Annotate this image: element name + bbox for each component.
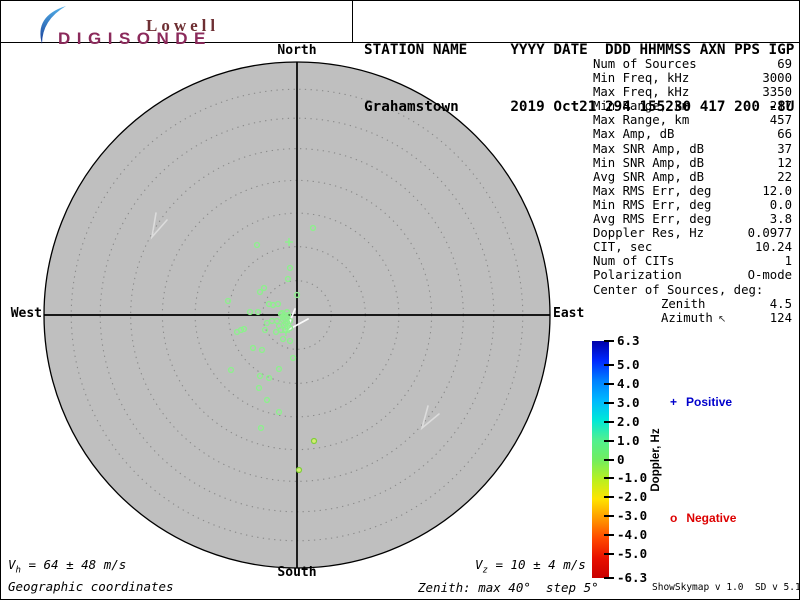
colorbar-tick-label: -2.0 bbox=[617, 489, 648, 505]
colorbar-tick-label: -1.0 bbox=[617, 470, 648, 486]
stat-row: Avg RMS Err, deg 3.8 bbox=[593, 212, 792, 227]
colorbar-tick-label: -5.0 bbox=[617, 545, 648, 561]
stat-row: Num of CITs 1 bbox=[593, 254, 792, 269]
colorbar-tick bbox=[604, 577, 614, 579]
mouse-cursor-icon: ↖ bbox=[717, 313, 727, 325]
colorbar-tick-label: 1.0 bbox=[617, 432, 640, 448]
colorbar-tick bbox=[604, 477, 614, 480]
stat-row: Doppler Res, Hz 0.0977 bbox=[593, 226, 792, 241]
legend-positive: + Positive bbox=[670, 395, 732, 409]
stat-row: Min SNR Amp, dB 12 bbox=[593, 155, 792, 170]
stat-row: Avg SNR Amp, dB 22 bbox=[593, 169, 792, 184]
colorbar-tick-label: -3.0 bbox=[617, 507, 648, 523]
colorbar-tick-label: 2.0 bbox=[617, 413, 640, 429]
stat-row: Min Freq, kHz 3000 bbox=[593, 71, 792, 86]
colorbar-tick bbox=[604, 420, 614, 423]
stat-row: Max SNR Amp, dB 37 bbox=[593, 141, 792, 156]
colorbar-tick-label: 5.0 bbox=[617, 357, 640, 373]
colorbar-tick-label: 0 bbox=[617, 451, 625, 467]
colorbar-tick bbox=[604, 402, 614, 405]
compass-north-label: North bbox=[277, 43, 317, 58]
stat-row: Max Range, km 457 bbox=[593, 113, 792, 128]
legend-negative: o Negative bbox=[670, 511, 736, 525]
stat-row: Max Freq, kHz 3350 bbox=[593, 85, 792, 100]
colorbar-tick bbox=[604, 439, 614, 442]
colorbar-tick bbox=[604, 383, 614, 386]
colorbar-tick bbox=[604, 458, 614, 461]
vertical-velocity-value: Vz = 10 ± 4 m/s bbox=[475, 557, 586, 576]
stats-table: Num of Sources 69 Min Freq, kHz 3000 Max Fre… bbox=[593, 57, 792, 327]
stat-row: Num of Sources 69 bbox=[593, 57, 792, 71]
stat-row: Min Range, km 217 bbox=[593, 99, 792, 114]
compass-east-label: East bbox=[553, 306, 585, 321]
stat-row: Min RMS Err, deg 0.0 bbox=[593, 197, 792, 212]
compass-south-label: South bbox=[277, 565, 317, 580]
legend-positive-label: Positive bbox=[686, 395, 733, 409]
version-text: ShowSkymap v 1.0 SD v 5.1 bbox=[652, 582, 800, 593]
stat-row: Azimuth ↖ 124 bbox=[661, 310, 792, 325]
colorbar-tick-label: -6.3 bbox=[617, 570, 648, 585]
colorbar-tick bbox=[604, 340, 614, 342]
plus-marker-icon: + bbox=[670, 395, 678, 409]
colorbar-tick bbox=[604, 496, 614, 499]
legend-negative-label: Negative bbox=[686, 511, 737, 525]
compass-west-label: West bbox=[10, 306, 42, 321]
stat-row: Center of Sources, deg: bbox=[593, 282, 764, 297]
circle-marker-icon: o bbox=[670, 511, 678, 525]
colorbar-tick bbox=[604, 552, 614, 555]
stat-row: Zenith 4.5 bbox=[661, 296, 792, 311]
colorbar-tick bbox=[604, 514, 614, 517]
stat-row: Max Amp, dB 66 bbox=[593, 127, 792, 142]
stat-row: Max RMS Err, deg 12.0 bbox=[593, 183, 792, 198]
coordinates-note: Geographic coordinates bbox=[8, 579, 174, 594]
header-logo-divider bbox=[352, 0, 353, 42]
zenith-range-note: Zenith: max 40° step 5° bbox=[418, 580, 599, 595]
horizontal-velocity-value: Vh = 64 ± 48 m/s bbox=[8, 557, 127, 576]
colorbar-axis-label: Doppler, Hz bbox=[650, 428, 662, 492]
logo-digisonde-text: DIGISONDE bbox=[58, 29, 212, 48]
colorbar-tick-label: -4.0 bbox=[617, 526, 648, 542]
stat-row: CIT, sec 10.24 bbox=[593, 240, 792, 255]
colorbar-tick bbox=[604, 364, 614, 367]
colorbar-tick bbox=[604, 533, 614, 536]
showskymap-window: Lowell DIGISONDE STATION NAME YYYY DATE … bbox=[0, 0, 800, 600]
colorbar-tick-label: 4.0 bbox=[617, 376, 640, 392]
doppler-colorbar: 6.3 5.0 4.0 3.0 2.0 1.0 0 -1.0 -2.0 -3.0 -4.0 -5.0 -… bbox=[592, 333, 647, 585]
colorbar-tick-label: 6.3 bbox=[617, 333, 640, 348]
stat-row: Polarization O-mode bbox=[593, 268, 792, 283]
colorbar-tick-label: 3.0 bbox=[617, 395, 640, 411]
lowell-digisonde-logo: Lowell DIGISONDE bbox=[28, 2, 258, 48]
